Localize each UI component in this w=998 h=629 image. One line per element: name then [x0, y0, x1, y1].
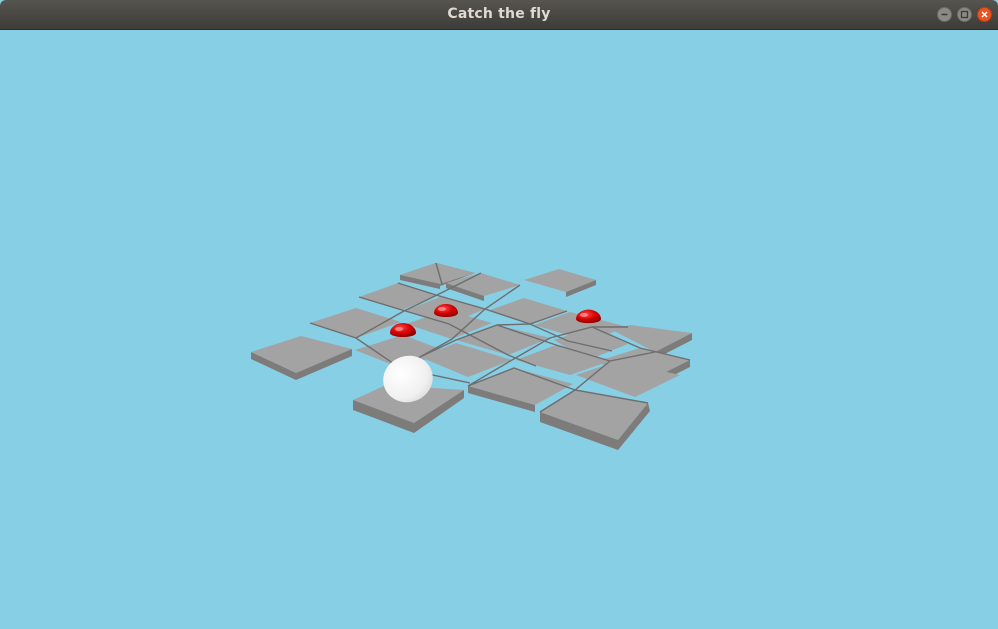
close-icon — [981, 11, 988, 18]
title-bar[interactable]: Catch the fly — [0, 0, 998, 30]
game-viewport[interactable] — [0, 30, 998, 629]
board — [251, 262, 692, 450]
tile — [524, 269, 596, 297]
game-scene[interactable] — [0, 30, 998, 629]
maximize-button[interactable] — [957, 7, 972, 22]
fly — [576, 309, 601, 324]
minimize-button[interactable] — [937, 7, 952, 22]
app-window: Catch the fly — [0, 0, 998, 629]
window-title: Catch the fly — [447, 6, 551, 22]
tile — [251, 336, 352, 380]
minimize-icon — [941, 13, 948, 16]
tile — [540, 390, 650, 450]
maximize-icon — [960, 10, 969, 19]
close-button[interactable] — [977, 7, 992, 22]
tile — [310, 308, 401, 338]
